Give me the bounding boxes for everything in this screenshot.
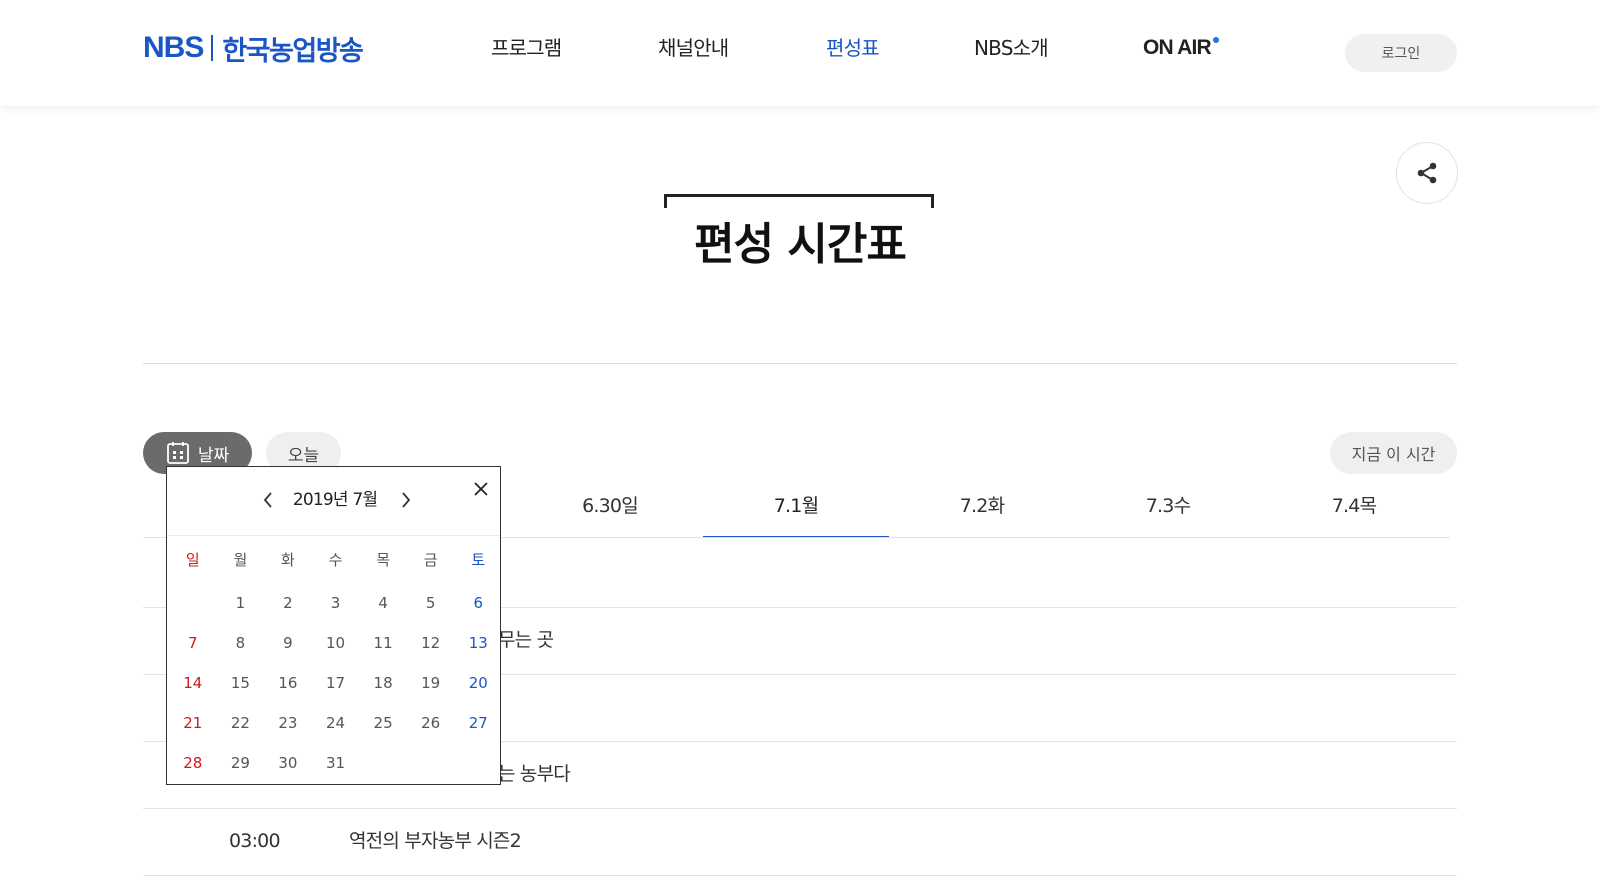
day-tab-0630[interactable]: 6.30일: [517, 488, 703, 538]
calendar-day[interactable]: 22: [217, 714, 265, 732]
page-title: 편성 시간표: [694, 219, 907, 270]
calendar-icon: [166, 442, 189, 464]
title-bracket-decoration: [664, 194, 934, 208]
date-picker-popup: 2019년 7월 일 월 화 수 목 금 토 1 2 3 4 5 6 7 8 9…: [166, 466, 501, 785]
calendar-day[interactable]: 26: [407, 714, 455, 732]
share-button[interactable]: [1396, 142, 1458, 204]
calendar-day[interactable]: 13: [454, 634, 502, 652]
on-air-label: ON AIR: [1143, 36, 1212, 59]
day-tab-0701[interactable]: 7.1월: [703, 488, 889, 538]
calendar-week-row: 28 29 30 31: [169, 743, 502, 783]
close-icon: [474, 482, 488, 496]
schedule-time: 03:00: [229, 830, 281, 852]
nbs-logo[interactable]: NBS 한국농업방송: [143, 30, 364, 67]
schedule-row[interactable]: 03:00 역전의 부자농부 시즌2: [143, 808, 1457, 876]
nav-programs[interactable]: 프로그램: [491, 33, 562, 63]
nav-channel-guide[interactable]: 채널안내: [658, 33, 729, 63]
day-tab-0703[interactable]: 7.3수: [1075, 488, 1261, 538]
weekday-tue: 화: [281, 550, 295, 569]
calendar-day[interactable]: 11: [359, 634, 407, 652]
chevron-left-icon: [263, 492, 272, 508]
schedule-program-title: 역전의 부자농부 시즌2: [349, 830, 522, 852]
calendar-day[interactable]: 10: [312, 634, 360, 652]
nav-schedule[interactable]: 편성표: [826, 33, 880, 63]
calendar-header: 2019년 7월: [167, 467, 500, 536]
calendar-day[interactable]: 7: [169, 634, 217, 652]
calendar-day[interactable]: 2: [264, 594, 312, 612]
calendar-day[interactable]: 4: [359, 594, 407, 612]
logo-nbs-text: NBS: [143, 31, 204, 64]
calendar-day[interactable]: 1: [217, 594, 265, 612]
calendar-day[interactable]: 5: [407, 594, 455, 612]
calendar-day[interactable]: 20: [454, 674, 502, 692]
now-on-air-button[interactable]: 지금 이 시간: [1330, 432, 1457, 474]
calendar-day[interactable]: 17: [312, 674, 360, 692]
calendar-day[interactable]: 25: [359, 714, 407, 732]
chevron-right-icon: [402, 492, 411, 508]
calendar-month-label: 2019년 7월: [292, 490, 378, 510]
calendar-days: 1 2 3 4 5 6 7 8 9 10 11 12 13 14 15 16 1…: [169, 583, 502, 783]
calendar-day[interactable]: 30: [264, 754, 312, 772]
weekday-sat: 토: [471, 550, 486, 569]
login-button[interactable]: 로그인: [1345, 34, 1457, 72]
day-tab-0704[interactable]: 7.4목: [1261, 488, 1447, 538]
calendar-day[interactable]: 8: [217, 634, 265, 652]
calendar-day[interactable]: 9: [264, 634, 312, 652]
logo-korean-text: 한국농업방송: [222, 35, 364, 67]
weekday-mon: 월: [233, 550, 248, 569]
date-button-label: 날짜: [197, 445, 230, 466]
weekday-wed: 수: [328, 550, 343, 569]
logo-separator: [211, 35, 214, 61]
calendar-day[interactable]: 31: [312, 754, 360, 772]
calendar-day[interactable]: 14: [169, 674, 217, 692]
title-divider: [143, 363, 1457, 364]
calendar-day[interactable]: 21: [169, 714, 217, 732]
calendar-day[interactable]: 18: [359, 674, 407, 692]
calendar-day[interactable]: 28: [169, 754, 217, 772]
close-calendar-button[interactable]: [469, 477, 493, 501]
calendar-week-row: 7 8 9 10 11 12 13: [169, 623, 502, 663]
calendar-day[interactable]: 15: [217, 674, 265, 692]
calendar-day[interactable]: 23: [264, 714, 312, 732]
site-header: NBS 한국농업방송 프로그램 채널안내 편성표 NBS소개 ON AIR 로그…: [0, 0, 1600, 106]
calendar-day[interactable]: 16: [264, 674, 312, 692]
calendar-week-row: 1 2 3 4 5 6: [169, 583, 502, 623]
calendar-day[interactable]: 19: [407, 674, 455, 692]
share-icon: [1417, 162, 1437, 184]
calendar-day[interactable]: 27: [454, 714, 502, 732]
next-month-button[interactable]: [394, 487, 418, 513]
nav-on-air[interactable]: ON AIR: [1143, 33, 1219, 63]
weekday-fri: 금: [423, 550, 438, 569]
nav-about-nbs[interactable]: NBS소개: [974, 33, 1049, 63]
calendar-week-row: 14 15 16 17 18 19 20: [169, 663, 502, 703]
calendar-grid: 일 월 화 수 목 금 토 1 2 3 4 5 6 7 8 9 10 11 12…: [169, 539, 502, 783]
calendar-day[interactable]: 3: [312, 594, 360, 612]
on-air-live-dot: [1212, 37, 1219, 43]
weekday-sun: 일: [185, 550, 200, 569]
calendar-week-row: 21 22 23 24 25 26 27: [169, 703, 502, 743]
calendar-day[interactable]: 29: [217, 754, 265, 772]
weekday-thu: 목: [376, 550, 390, 569]
day-tab-0702[interactable]: 7.2화: [889, 488, 1075, 538]
schedule-program-title: 는 농부다: [498, 763, 571, 785]
calendar-day[interactable]: 24: [312, 714, 360, 732]
calendar-day[interactable]: 6: [454, 594, 502, 612]
weekday-header-row: 일 월 화 수 목 금 토: [169, 539, 502, 579]
schedule-program-title: 무는 곳: [498, 629, 554, 651]
calendar-day[interactable]: 12: [407, 634, 455, 652]
